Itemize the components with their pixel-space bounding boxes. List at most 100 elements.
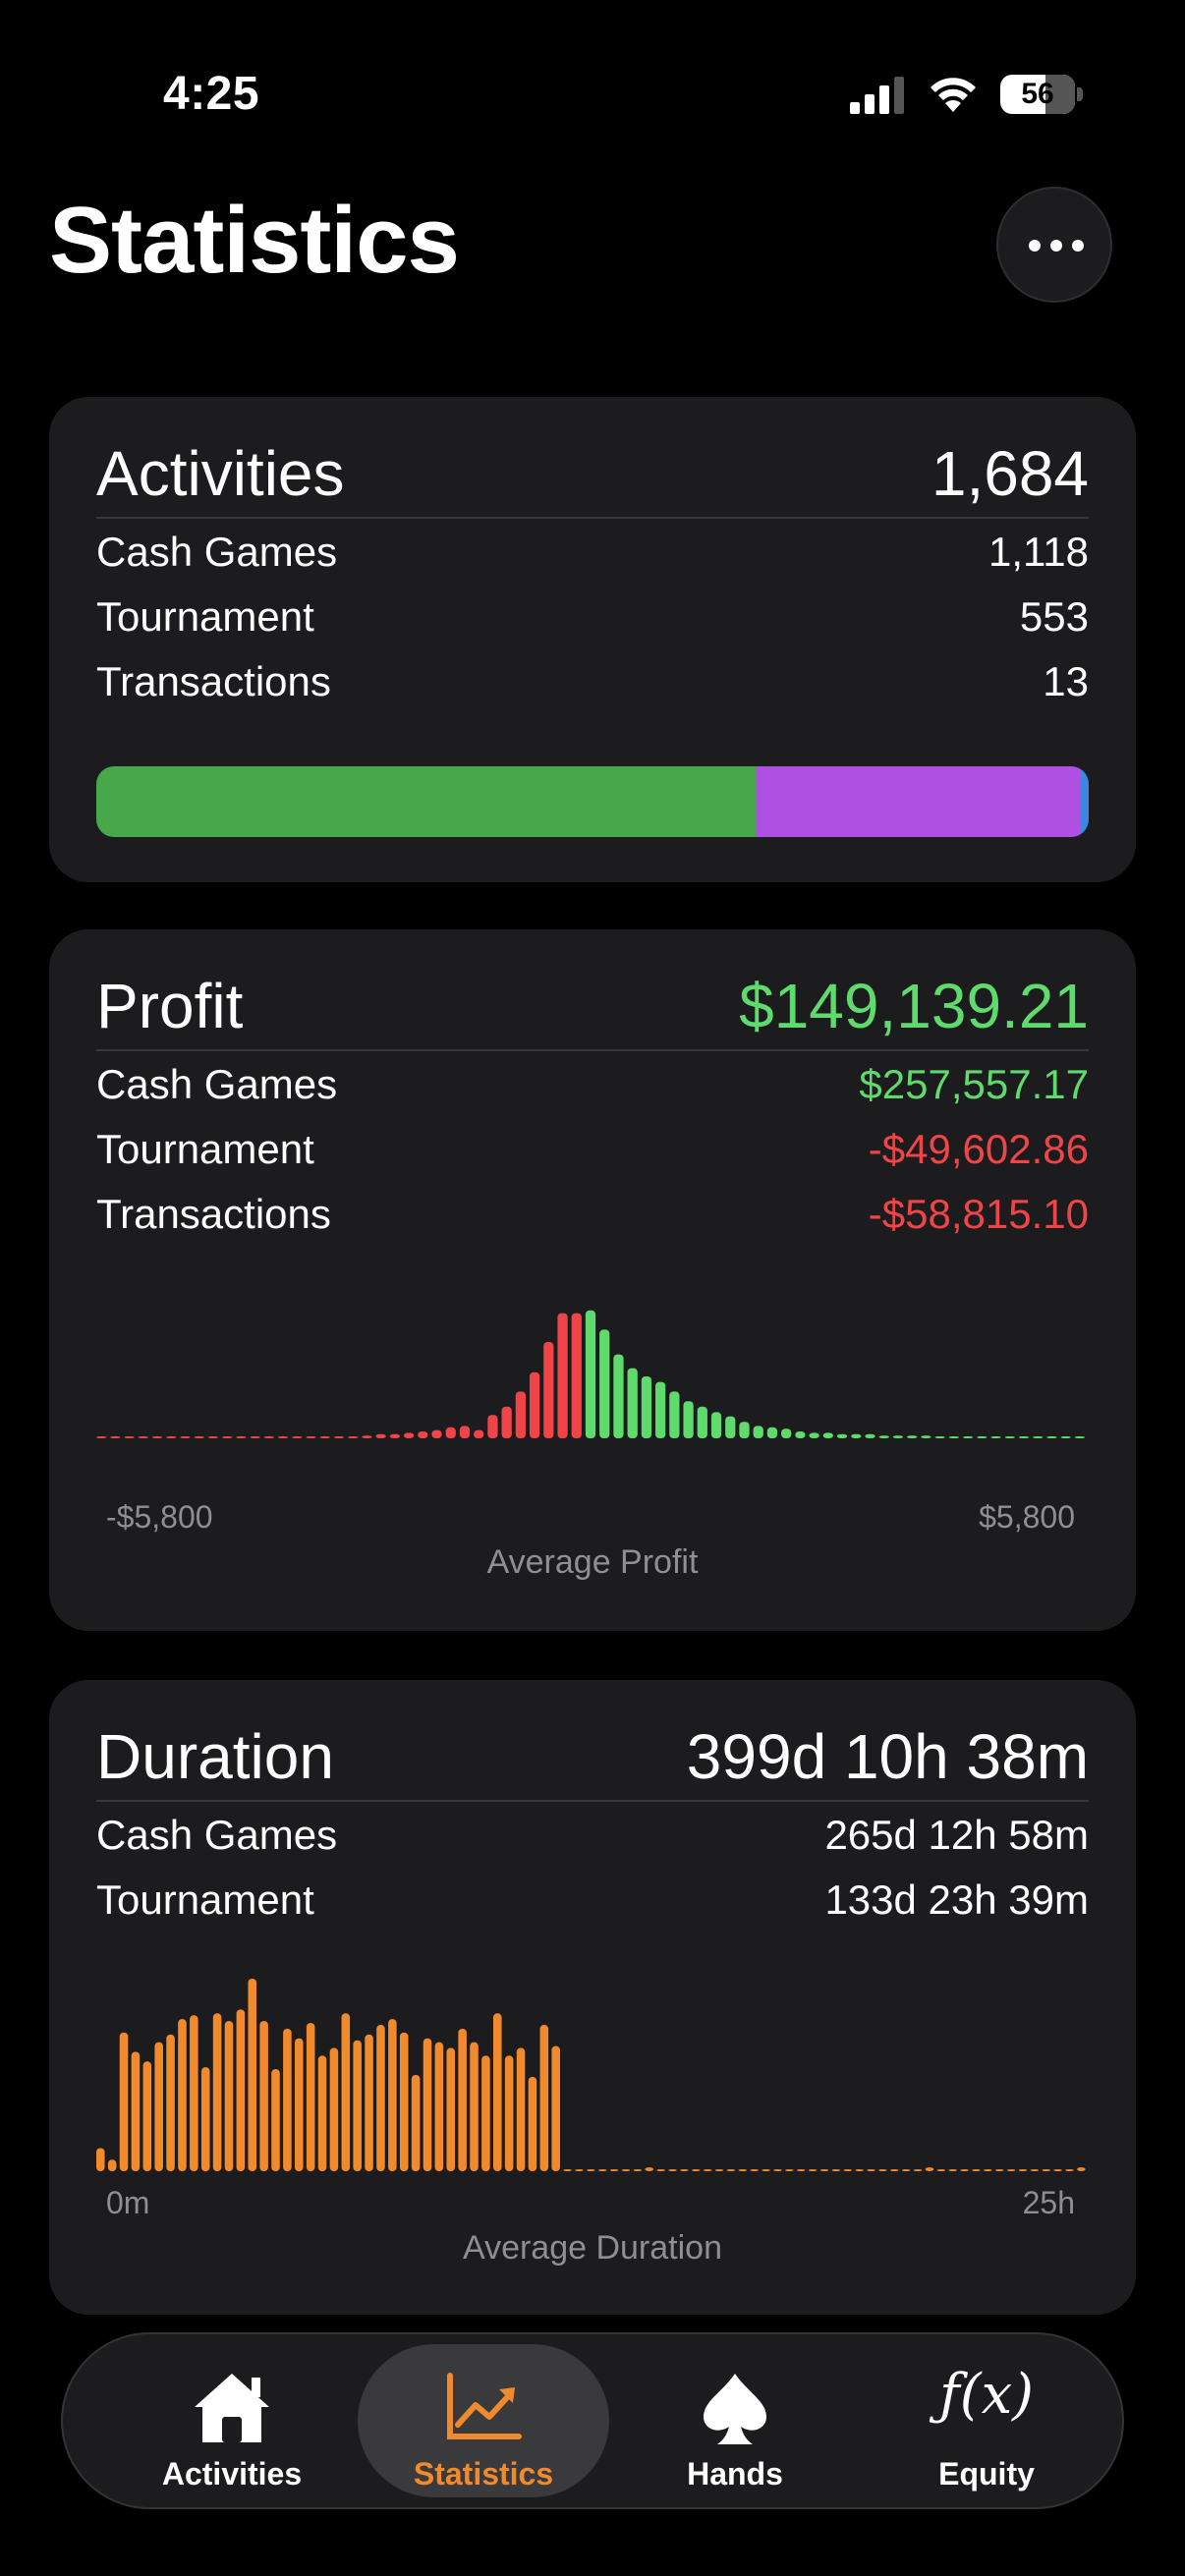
duration-histogram-bar xyxy=(353,2040,362,2171)
spade-icon xyxy=(704,2374,766,2444)
duration-histogram-bar xyxy=(248,1979,257,2171)
function-icon: ƒ(x) xyxy=(938,2363,1035,2427)
duration-histogram-bar xyxy=(107,2159,117,2171)
profit-histogram-bar xyxy=(403,1432,415,1438)
duration-row-tournament: Tournament 133d 23h 39m xyxy=(96,1871,1089,1930)
duration-histogram-bar xyxy=(867,2169,875,2171)
activities-title: Activities xyxy=(96,438,345,509)
row-label: Transactions xyxy=(96,658,331,704)
profit-histogram-bar xyxy=(599,1329,610,1438)
duration-histogram-bar xyxy=(773,2169,782,2171)
duration-histogram-bar xyxy=(948,2169,957,2171)
activity-distribution-bar xyxy=(96,766,1089,837)
activity-bar-transactions-segment xyxy=(1081,766,1089,837)
profit-histogram-bar xyxy=(515,1391,527,1438)
profit-histogram-bar xyxy=(1074,1436,1086,1438)
profit-card[interactable]: Profit $149,139.21 Cash Games $257,557.1… xyxy=(49,929,1136,1631)
duration-histogram-bar xyxy=(994,2169,1004,2171)
profit-histogram-bar xyxy=(1060,1436,1071,1438)
row-value: 13 xyxy=(1043,658,1089,704)
profit-axis-min: -$5,800 xyxy=(106,1499,213,1535)
tab-label: Hands xyxy=(687,2456,783,2492)
profit-histogram-bar xyxy=(543,1342,554,1438)
profit-histogram-bar xyxy=(809,1432,819,1438)
profit-histogram-bar xyxy=(277,1436,289,1438)
duration-histogram-bar xyxy=(597,2169,607,2171)
duration-histogram-bar xyxy=(984,2169,992,2171)
duration-histogram-bar xyxy=(913,2169,923,2171)
duration-title: Duration xyxy=(96,1721,334,1792)
row-label: Transactions xyxy=(96,1191,331,1237)
duration-histogram-bar xyxy=(703,2169,712,2171)
ellipsis-icon xyxy=(1029,240,1084,252)
tab-bar: Activities Statistics Hands ƒ(x) Equity xyxy=(61,2332,1124,2509)
profit-histogram-bar xyxy=(445,1427,456,1438)
profit-histogram-bar xyxy=(138,1436,148,1438)
profit-histogram xyxy=(96,1310,1086,1438)
profit-histogram-bar xyxy=(851,1433,862,1438)
profit-histogram-bar xyxy=(836,1433,848,1438)
profit-histogram-bar xyxy=(725,1416,736,1438)
duration-total: 399d 10h 38m xyxy=(686,1721,1089,1792)
duration-histogram-bar xyxy=(119,2032,129,2171)
profit-histogram-bar xyxy=(627,1368,638,1438)
duration-histogram-bar xyxy=(236,2009,246,2171)
profit-axis-max: $5,800 xyxy=(979,1499,1075,1535)
more-options-button[interactable] xyxy=(996,187,1112,303)
duration-histogram-bar xyxy=(200,2067,210,2171)
duration-histogram-bar xyxy=(365,2034,373,2171)
duration-histogram-bar xyxy=(341,2013,351,2171)
duration-histogram-bar xyxy=(1006,2169,1016,2171)
profit-histogram-bar xyxy=(1046,1436,1057,1438)
row-label: Tournament xyxy=(96,1126,314,1172)
duration-histogram-bar xyxy=(819,2169,829,2171)
activity-bar-tournament-segment xyxy=(755,766,1082,837)
profit-histogram-bar xyxy=(697,1406,707,1438)
duration-histogram-bar xyxy=(1053,2169,1062,2171)
profit-histogram-bar xyxy=(263,1436,274,1438)
duration-histogram-bar xyxy=(609,2169,619,2171)
duration-histogram-bar xyxy=(329,2047,339,2171)
duration-histogram-bar xyxy=(551,2045,560,2171)
profit-histogram-bar xyxy=(822,1432,833,1438)
profit-histogram-bar xyxy=(124,1436,135,1438)
profit-histogram-bar xyxy=(641,1376,652,1438)
profit-histogram-bar xyxy=(487,1415,498,1438)
profit-row-transactions: Transactions -$58,815.10 xyxy=(96,1185,1089,1244)
profit-histogram-bar xyxy=(948,1436,959,1438)
tab-equity[interactable]: ƒ(x) Equity xyxy=(861,2344,1112,2497)
profit-histogram-bar xyxy=(529,1372,540,1438)
duration-card[interactable]: Duration 399d 10h 38m Cash Games 265d 12… xyxy=(49,1680,1136,2315)
activities-row-cash: Cash Games 1,118 xyxy=(96,523,1089,582)
duration-histogram-bar xyxy=(762,2169,770,2171)
profit-histogram-bar xyxy=(96,1436,107,1438)
profit-axis-caption: Average Profit xyxy=(486,1543,699,1581)
row-value: 553 xyxy=(1019,593,1089,640)
duration-histogram-bar xyxy=(295,2038,304,2171)
tab-hands[interactable]: Hands xyxy=(609,2344,861,2497)
profit-histogram-bar xyxy=(613,1354,624,1438)
duration-histogram-bar xyxy=(528,2076,537,2171)
activities-header: Activities 1,684 xyxy=(96,419,1089,519)
profit-histogram-bar xyxy=(921,1435,931,1438)
row-label: Cash Games xyxy=(96,1812,338,1858)
duration-histogram-bar xyxy=(259,2021,268,2171)
profit-histogram-bar xyxy=(431,1429,442,1438)
tab-statistics[interactable]: Statistics xyxy=(358,2344,609,2497)
battery-icon: 56 xyxy=(1000,75,1083,114)
duration-axis-max: 25h xyxy=(1022,2185,1075,2220)
profit-row-cash: Cash Games $257,557.17 xyxy=(96,1055,1089,1114)
profit-histogram-bar xyxy=(907,1435,918,1438)
duration-histogram-bar xyxy=(785,2169,794,2171)
duration-histogram-bar xyxy=(470,2042,479,2171)
row-value: 265d 12h 58m xyxy=(824,1812,1089,1858)
duration-header: Duration 399d 10h 38m xyxy=(96,1702,1089,1802)
duration-histogram-bar xyxy=(575,2169,584,2171)
duration-histogram-bar xyxy=(283,2028,292,2171)
duration-histogram-bar xyxy=(1018,2169,1028,2171)
tab-activities[interactable]: Activities xyxy=(106,2344,358,2497)
profit-histogram-bar xyxy=(1018,1436,1030,1438)
duration-histogram-bar xyxy=(1030,2169,1040,2171)
activities-card[interactable]: Activities 1,684 Cash Games 1,118 Tourna… xyxy=(49,397,1136,882)
row-value: $257,557.17 xyxy=(859,1061,1089,1107)
